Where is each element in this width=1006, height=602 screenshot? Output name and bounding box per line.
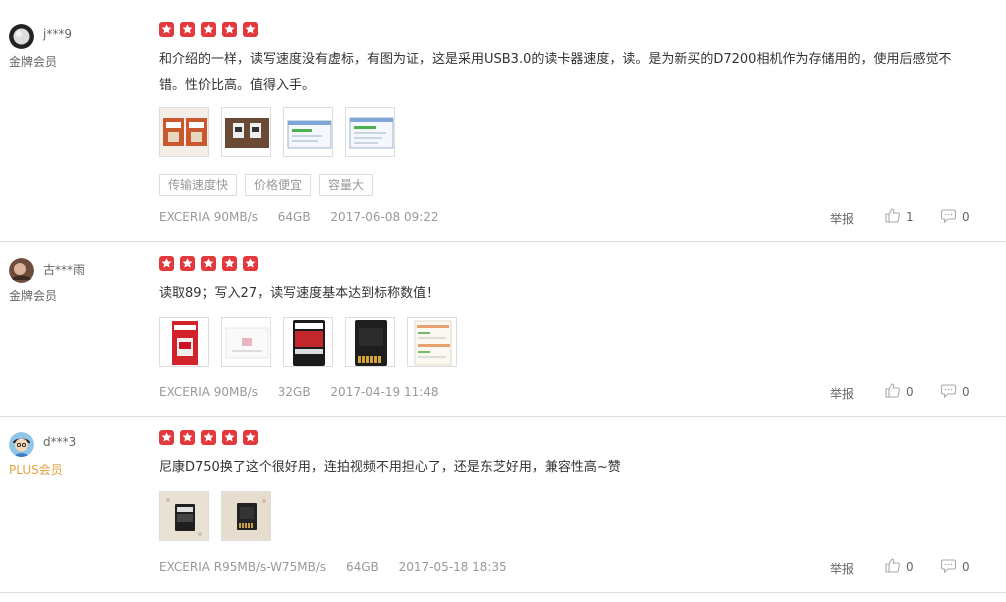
thumbnail-image[interactable] — [221, 317, 271, 367]
tag-list: 传输速度快 价格便宜 容量大 — [159, 174, 381, 196]
star-icon — [159, 256, 174, 271]
star-icon — [222, 430, 238, 445]
reply-button[interactable]: 0 — [940, 207, 970, 227]
review-date: 2017-06-08 09:22 — [330, 210, 439, 224]
thumbs-up-icon — [884, 207, 901, 227]
thumbnail-image[interactable] — [159, 317, 209, 367]
star-icon — [159, 22, 174, 37]
product-capacity: 64GB — [345, 560, 379, 574]
username: j***9 — [43, 27, 72, 41]
comment-icon — [940, 207, 957, 227]
member-level: 金牌会员 — [9, 289, 58, 303]
reply-button[interactable]: 0 — [940, 557, 970, 577]
comment-icon — [940, 382, 957, 402]
star-icon — [243, 22, 259, 37]
star-icon — [222, 22, 238, 37]
star-icon — [159, 430, 174, 445]
star-icon — [201, 430, 217, 445]
reply-count: 0 — [962, 210, 970, 224]
like-count: 0 — [906, 385, 914, 399]
reply-count: 0 — [962, 560, 970, 574]
like-button[interactable]: 0 — [884, 557, 914, 577]
product-model: EXCERIA R95MB/s-W75MB/s — [159, 560, 327, 574]
report-link[interactable]: 举报 — [830, 210, 854, 227]
thumbnail-image[interactable] — [159, 107, 209, 157]
thumbnail-image[interactable] — [283, 107, 333, 157]
review-item: d***3 PLUS会员 尼康D750换了这个很好用，连拍视频不用担心了，还是东… — [0, 417, 1006, 593]
star-icon — [243, 256, 259, 271]
order-info: EXCERIA 90MB/s 32GB 2017-04-19 11:48 — [159, 385, 455, 399]
username: 古***雨 — [43, 263, 86, 277]
review-date: 2017-05-18 18:35 — [398, 560, 507, 574]
thumbnail-image[interactable] — [221, 107, 271, 157]
star-icon — [222, 256, 238, 271]
review-date: 2017-04-19 11:48 — [330, 385, 439, 399]
product-model: EXCERIA 90MB/s — [159, 210, 258, 224]
product-model: EXCERIA 90MB/s — [159, 385, 258, 399]
thumbnail-image[interactable] — [407, 317, 457, 367]
like-button[interactable]: 1 — [884, 207, 914, 227]
product-capacity: 64GB — [277, 210, 311, 224]
thumbnail-image[interactable] — [283, 317, 333, 367]
star-icon — [201, 256, 217, 271]
review-content: 读取89；写入27，读写速度基本达到标称数值！ — [159, 286, 440, 301]
rating-stars — [159, 256, 259, 272]
order-info: EXCERIA 90MB/s 64GB 2017-06-08 09:22 — [159, 210, 455, 224]
review-tag[interactable]: 价格便宜 — [245, 174, 312, 196]
review-item: 古***雨 金牌会员 读取89；写入27，读写速度基本达到标称数值！ EXCER… — [0, 242, 1006, 417]
avatar[interactable] — [9, 258, 34, 283]
star-icon — [243, 430, 259, 445]
report-link[interactable]: 举报 — [830, 560, 854, 577]
review-item: j***9 金牌会员 和介绍的一样，读写速度没有虚标，有图为证，这是采用USB3… — [0, 0, 1006, 242]
thumbs-up-icon — [884, 557, 901, 577]
star-icon — [180, 430, 196, 445]
reply-button[interactable]: 0 — [940, 382, 970, 402]
rating-stars — [159, 430, 259, 446]
star-icon — [201, 22, 217, 37]
member-level: PLUS会员 — [9, 463, 63, 477]
thumbnail-image[interactable] — [159, 491, 209, 541]
member-level: 金牌会员 — [9, 55, 58, 69]
comment-icon — [940, 557, 957, 577]
thumbs-up-icon — [884, 382, 901, 402]
avatar[interactable] — [9, 24, 34, 49]
username: d***3 — [43, 435, 77, 449]
review-tag[interactable]: 容量大 — [319, 174, 374, 196]
thumbnail-image[interactable] — [345, 107, 395, 157]
like-button[interactable]: 0 — [884, 382, 914, 402]
star-icon — [180, 22, 196, 37]
avatar[interactable] — [9, 432, 34, 457]
order-info: EXCERIA R95MB/s-W75MB/s 64GB 2017-05-18 … — [159, 560, 523, 574]
reply-count: 0 — [962, 385, 970, 399]
review-content: 和介绍的一样，读写速度没有虚标，有图为证，这是采用USB3.0的读卡器速度，读。… — [159, 52, 952, 93]
report-link[interactable]: 举报 — [830, 385, 854, 402]
rating-stars — [159, 22, 259, 38]
review-tag[interactable]: 传输速度快 — [159, 174, 238, 196]
product-capacity: 32GB — [277, 385, 311, 399]
like-count: 1 — [906, 210, 914, 224]
star-icon — [180, 256, 196, 271]
review-content: 尼康D750换了这个很好用，连拍视频不用担心了，还是东芝好用，兼容性高~赞 — [159, 460, 621, 475]
like-count: 0 — [906, 560, 914, 574]
thumbnail-image[interactable] — [345, 317, 395, 367]
thumbnail-image[interactable] — [221, 491, 271, 541]
